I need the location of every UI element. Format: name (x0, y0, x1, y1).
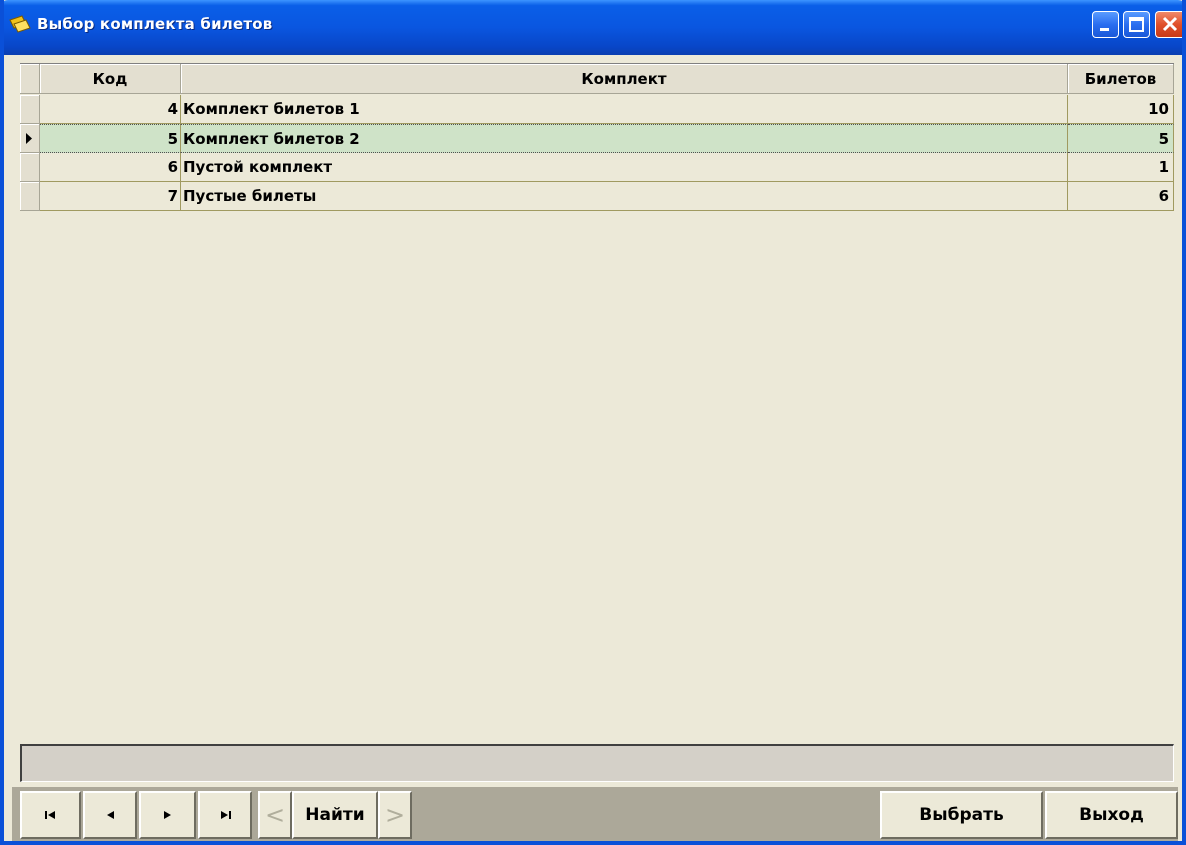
maximize-button[interactable] (1123, 11, 1150, 38)
first-record-button[interactable] (20, 791, 81, 839)
first-record-icon (44, 811, 55, 819)
close-button[interactable] (1155, 11, 1182, 38)
cell-ticket-count[interactable]: 10 (1068, 95, 1174, 124)
row-indicator[interactable] (20, 182, 40, 211)
window-title: Выбор комплекта билетов (37, 15, 273, 33)
exit-button[interactable]: Выход (1045, 791, 1178, 839)
current-row-arrow-icon (26, 133, 32, 144)
cell-set-name[interactable]: Пустой комплект (181, 153, 1068, 182)
ticket-icon (9, 15, 31, 33)
maximize-icon (1129, 17, 1144, 32)
cell-ticket-count[interactable]: 1 (1068, 153, 1174, 182)
cell-code[interactable]: 4 (40, 95, 181, 124)
cell-code[interactable]: 7 (40, 182, 181, 211)
close-icon (1162, 16, 1178, 32)
cell-code[interactable]: 5 (40, 124, 181, 153)
table-row[interactable]: 4 Комплект билетов 1 10 (20, 95, 1174, 124)
cell-set-name[interactable]: Комплект билетов 1 (181, 95, 1068, 124)
cell-set-name[interactable]: Комплект билетов 2 (181, 124, 1068, 153)
table-row[interactable]: 7 Пустые билеты 6 (20, 182, 1174, 211)
row-indicator[interactable] (20, 95, 40, 124)
column-header-set[interactable]: Комплект (181, 64, 1068, 94)
minimize-icon (1100, 28, 1109, 31)
prev-record-icon (107, 811, 114, 819)
last-record-button[interactable] (198, 791, 252, 839)
cell-code[interactable]: 6 (40, 153, 181, 182)
find-button[interactable]: Найти (292, 791, 378, 839)
navigation-toolbar: < Найти > Выбрать Выход (12, 787, 1178, 841)
choose-button[interactable]: Выбрать (880, 791, 1043, 839)
status-bar (20, 744, 1174, 782)
find-prev-button[interactable]: < (258, 791, 292, 839)
grid-header: Код Комплект Билетов (20, 64, 1174, 95)
app-window: Выбор комплекта билетов Код Комплект Бил… (0, 0, 1186, 845)
minimize-button[interactable] (1092, 11, 1119, 38)
column-header-tickets[interactable]: Билетов (1068, 64, 1174, 94)
row-indicator[interactable] (20, 124, 40, 153)
table-row[interactable]: 6 Пустой комплект 1 (20, 153, 1174, 182)
cell-set-name[interactable]: Пустые билеты (181, 182, 1068, 211)
header-indicator (20, 64, 40, 94)
cell-ticket-count[interactable]: 6 (1068, 182, 1174, 211)
tickets-grid[interactable]: Код Комплект Билетов 4 Комплект билетов … (20, 63, 1174, 744)
table-row-selected[interactable]: 5 Комплект билетов 2 5 (20, 124, 1174, 153)
cell-ticket-count[interactable]: 5 (1068, 124, 1174, 153)
last-record-icon (221, 811, 231, 819)
row-indicator[interactable] (20, 153, 40, 182)
find-next-button[interactable]: > (378, 791, 412, 839)
next-record-icon (163, 811, 171, 819)
next-record-button[interactable] (139, 791, 196, 839)
title-bar[interactable]: Выбор комплекта билетов (4, 0, 1182, 55)
prev-record-button[interactable] (83, 791, 137, 839)
column-header-code[interactable]: Код (40, 64, 181, 94)
